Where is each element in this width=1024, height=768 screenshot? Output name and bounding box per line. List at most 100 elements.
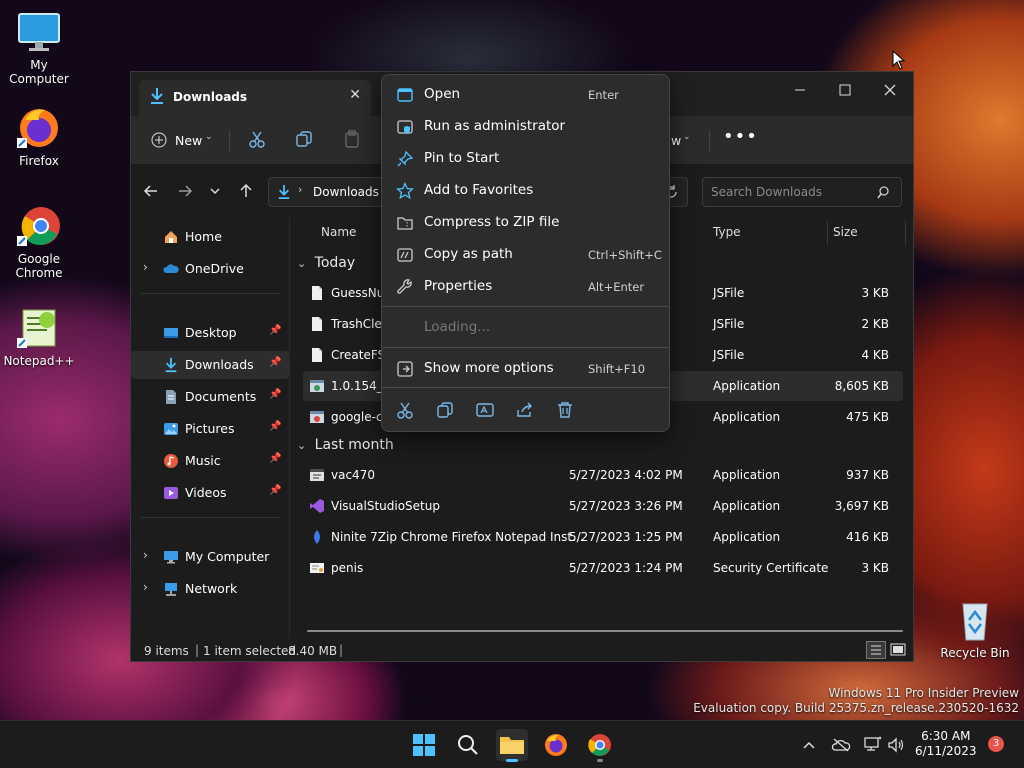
- group-header-last-month[interactable]: ⌄ Last month: [297, 437, 394, 453]
- sidebar-item-onedrive[interactable]: › OneDrive: [131, 255, 289, 283]
- horizontal-scrollbar[interactable]: [307, 630, 903, 632]
- menu-item-open[interactable]: Open Enter: [386, 79, 665, 109]
- taskbar-chrome[interactable]: [584, 729, 616, 762]
- file-row[interactable]: penis 5/27/2023 1:24 PM Security Certifi…: [303, 553, 903, 583]
- pin-icon[interactable]: 📌: [269, 421, 281, 432]
- back-arrow-icon[interactable]: [143, 183, 159, 199]
- view-label[interactable]: w: [671, 133, 681, 148]
- new-button[interactable]: New ⌄: [145, 128, 215, 152]
- file-size: 2 KB: [861, 317, 889, 331]
- pin-icon[interactable]: 📌: [269, 357, 281, 368]
- network-icon[interactable]: [864, 736, 882, 752]
- desktop-icon-firefox[interactable]: Firefox: [1, 106, 77, 168]
- status-bar: 9 items | 1 item selected 8.40 MB |: [131, 638, 913, 662]
- minimize-button[interactable]: [777, 76, 823, 104]
- taskbar-firefox[interactable]: [540, 729, 572, 761]
- clock-date: 6/11/2023: [915, 744, 977, 758]
- pin-icon[interactable]: 📌: [269, 389, 281, 400]
- firefox-icon: [545, 734, 567, 756]
- cut-icon[interactable]: [248, 130, 266, 148]
- column-header-size[interactable]: Size: [833, 225, 858, 239]
- sidebar-item-music[interactable]: Music 📌: [131, 447, 289, 475]
- taskbar-file-explorer[interactable]: [496, 729, 528, 762]
- copy-icon[interactable]: [295, 130, 313, 148]
- sidebar-item-network[interactable]: › Network: [131, 575, 289, 603]
- menu-item-label: Copy as path: [424, 246, 513, 262]
- breadcrumb-downloads[interactable]: Downloads: [313, 185, 379, 199]
- menu-item-compress-to-zip[interactable]: Compress to ZIP file: [386, 207, 665, 237]
- close-window-button[interactable]: [867, 76, 913, 104]
- sidebar-item-home[interactable]: Home: [131, 223, 289, 251]
- search-placeholder: Search Downloads: [711, 185, 822, 199]
- sidebar-item-label: Home: [185, 229, 222, 244]
- rename-icon[interactable]: [476, 401, 494, 419]
- share-icon[interactable]: [516, 401, 534, 419]
- pin-icon[interactable]: 📌: [269, 325, 281, 336]
- menu-item-copy-as-path[interactable]: Copy as path Ctrl+Shift+C: [386, 239, 665, 269]
- search-input[interactable]: Search Downloads: [702, 177, 902, 207]
- cut-icon[interactable]: [396, 401, 414, 419]
- pin-icon[interactable]: 📌: [269, 453, 281, 464]
- paste-icon[interactable]: [343, 130, 361, 148]
- copy-icon[interactable]: [436, 401, 454, 419]
- desktop-icon-recycle-bin[interactable]: Recycle Bin: [937, 598, 1013, 660]
- shield-icon: [397, 120, 413, 134]
- menu-item-pin-to-start[interactable]: Pin to Start: [386, 143, 665, 173]
- sidebar-item-downloads[interactable]: Downloads 📌: [131, 351, 289, 379]
- group-label: Today: [314, 255, 356, 271]
- open-icon: [397, 88, 413, 102]
- application-icon: [310, 411, 324, 423]
- system-clock[interactable]: 6:30 AM 6/11/2023: [915, 729, 977, 759]
- desktop-icon-chrome[interactable]: Google Chrome: [1, 204, 77, 280]
- chevron-down-icon: ⌄: [683, 132, 691, 142]
- file-row[interactable]: vac470 5/27/2023 4:02 PM Application 937…: [303, 460, 903, 490]
- forward-arrow-icon[interactable]: [177, 183, 193, 199]
- menu-item-add-to-favorites[interactable]: Add to Favorites: [386, 175, 665, 205]
- search-icon: [877, 186, 889, 199]
- close-tab-icon[interactable]: ✕: [349, 87, 361, 103]
- file-row[interactable]: Ninite 7Zip Chrome Firefox Notepad Inst.…: [303, 522, 903, 552]
- sidebar-item-videos[interactable]: Videos 📌: [131, 479, 289, 507]
- up-arrow-icon[interactable]: [238, 183, 254, 199]
- desktop-icon-notepadpp[interactable]: Notepad++: [1, 306, 77, 368]
- onedrive-offline-icon[interactable]: [831, 738, 851, 752]
- menu-item-show-more-options[interactable]: Show more options Shift+F10: [386, 353, 665, 383]
- chevron-right-icon[interactable]: ›: [143, 548, 148, 562]
- tab-downloads[interactable]: Downloads ✕: [139, 80, 371, 116]
- column-header-type[interactable]: Type: [713, 225, 741, 239]
- menu-item-label: Compress to ZIP file: [424, 214, 560, 230]
- start-button[interactable]: [408, 729, 440, 761]
- desktop-icon-my-computer[interactable]: My Computer: [1, 10, 77, 86]
- watermark-line1: Windows 11 Pro Insider Preview: [828, 686, 1019, 700]
- menu-item-loading: Loading...: [386, 312, 665, 342]
- file-type: JSFile: [713, 348, 745, 362]
- volume-icon[interactable]: [887, 737, 905, 753]
- notification-badge[interactable]: 3: [988, 736, 1004, 752]
- pin-icon[interactable]: 📌: [269, 485, 281, 496]
- delete-icon[interactable]: [556, 401, 574, 419]
- context-menu: Open Enter Run as administrator Pin to S…: [381, 74, 670, 432]
- group-header-today[interactable]: ⌄ Today: [297, 255, 355, 271]
- visual-studio-icon: [310, 499, 324, 513]
- tiles-view-button[interactable]: [889, 641, 907, 659]
- search-button[interactable]: [452, 729, 484, 761]
- file-row[interactable]: VisualStudioSetup 5/27/2023 3:26 PM Appl…: [303, 491, 903, 521]
- music-icon: [164, 454, 178, 468]
- chevron-right-icon[interactable]: ›: [143, 260, 148, 274]
- chevron-up-icon[interactable]: [802, 739, 816, 751]
- sidebar-item-pictures[interactable]: Pictures 📌: [131, 415, 289, 443]
- recent-chevron-icon[interactable]: [209, 185, 221, 197]
- more-options-icon[interactable]: •••: [723, 126, 758, 147]
- watermark-line2: Evaluation copy. Build 25375.zn_release.…: [693, 701, 1019, 715]
- chevron-right-icon[interactable]: ›: [143, 580, 148, 594]
- ninite-icon: [314, 530, 320, 544]
- column-header-name[interactable]: Name: [321, 225, 356, 239]
- details-view-button[interactable]: [866, 641, 886, 659]
- menu-item-properties[interactable]: Properties Alt+Enter: [386, 271, 665, 301]
- menu-item-run-as-administrator[interactable]: Run as administrator: [386, 111, 665, 141]
- sidebar-item-documents[interactable]: Documents 📌: [131, 383, 289, 411]
- sidebar-item-desktop[interactable]: Desktop 📌: [131, 319, 289, 347]
- maximize-button[interactable]: [822, 76, 868, 104]
- application-icon: [310, 469, 324, 481]
- sidebar-item-my-computer[interactable]: › My Computer: [131, 543, 289, 571]
